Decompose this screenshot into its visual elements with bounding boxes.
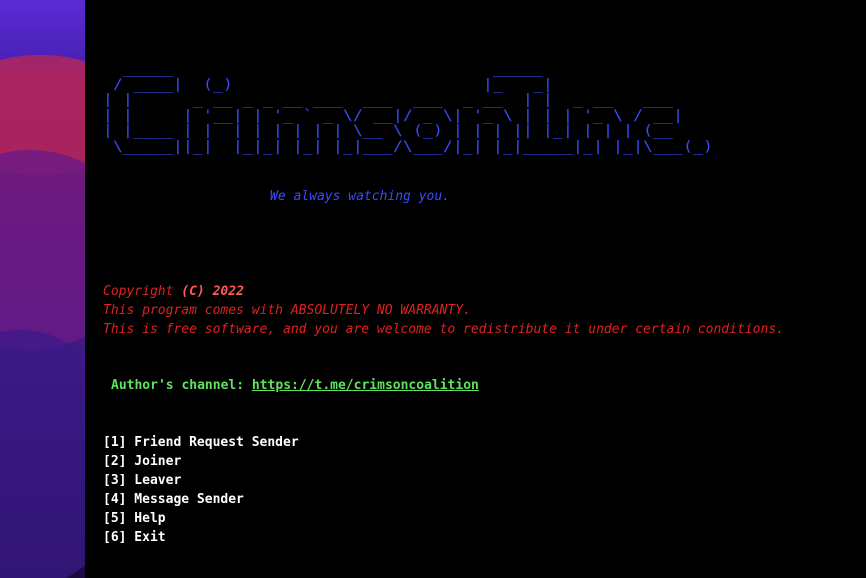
copyright-prefix: Copyright: [103, 284, 182, 299]
desktop: _____ _____ / ____| (_) |_ _| | | _ __ _…: [0, 0, 866, 578]
main-menu: [1] Friend Request Sender [2] Joiner [3]…: [103, 433, 299, 547]
author-label: Author's channel:: [111, 378, 252, 393]
terminal-window[interactable]: _____ _____ / ____| (_) |_ _| | | _ __ _…: [85, 0, 866, 578]
license-notice: Copyright (C) 2022 This program comes wi…: [103, 282, 784, 339]
copyright-line: Copyright (C) 2022: [103, 282, 784, 301]
menu-item-joiner[interactable]: [2] Joiner: [103, 452, 299, 471]
desktop-wallpaper: [0, 0, 85, 578]
menu-item-leaver[interactable]: [3] Leaver: [103, 471, 299, 490]
menu-item-friend-request-sender[interactable]: [1] Friend Request Sender: [103, 433, 299, 452]
menu-item-exit[interactable]: [6] Exit: [103, 528, 299, 547]
menu-item-help[interactable]: [5] Help: [103, 509, 299, 528]
author-channel: Author's channel: https://t.me/crimsonco…: [111, 376, 479, 395]
warranty-line: This program comes with ABSOLUTELY NO WA…: [103, 303, 471, 318]
free-software-line: This is free software, and you are welco…: [103, 322, 784, 337]
tagline: We always watching you.: [270, 189, 451, 204]
copyright-year: 2022: [204, 284, 244, 299]
copyright-symbol: (C): [181, 284, 205, 299]
ascii-art-logo: _____ _____ / ____| (_) |_ _| | | _ __ _…: [103, 61, 714, 155]
menu-item-message-sender[interactable]: [4] Message Sender: [103, 490, 299, 509]
author-channel-link[interactable]: https://t.me/crimsoncoalition: [252, 378, 479, 393]
